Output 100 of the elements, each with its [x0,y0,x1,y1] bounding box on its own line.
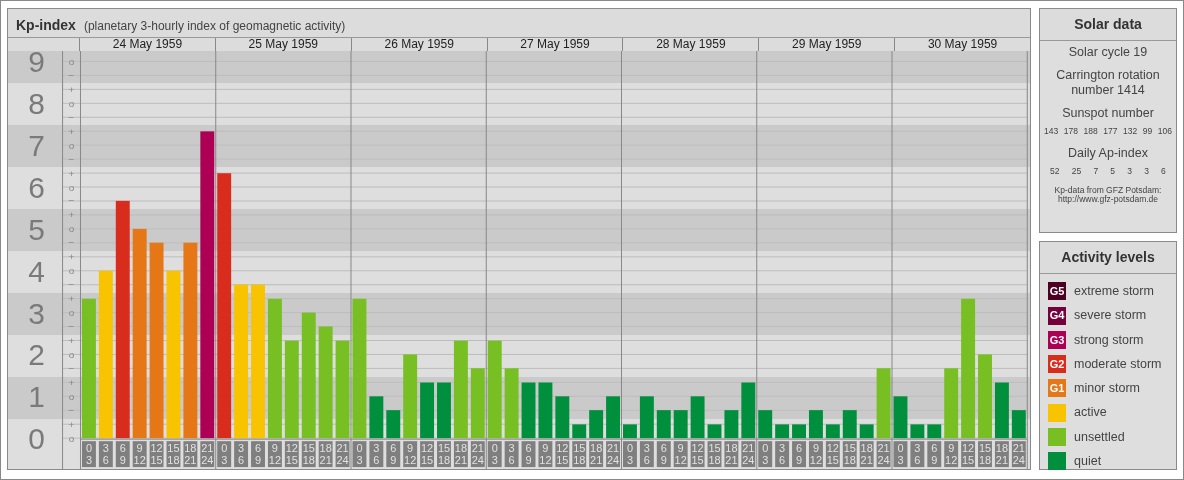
date-label: 27 May 1959 [486,37,623,51]
axis-label: 1 [28,380,45,414]
level-label: strong storm [1074,331,1144,349]
x-tick-label: 0 3 [897,442,904,467]
time-range-label: 18 21 [994,441,1009,467]
kp-bar [775,424,790,439]
tick-label: − [68,320,75,332]
time-range-label: 9 12 [132,441,147,467]
time-range-label: 0 3 [82,441,96,467]
ap-value: 5 [1110,164,1116,178]
x-tick-label: 3 6 [102,442,109,467]
level-label: unsettled [1074,428,1125,446]
x-tick-label: 6 9 [390,442,397,467]
axis-label: 8 [28,87,45,121]
kp-bar [623,424,637,439]
time-range-label: 9 12 [673,441,688,467]
date-label: 28 May 1959 [622,37,759,51]
time-range-label: 6 9 [656,441,671,467]
time-range-label: 0 3 [352,441,367,467]
level-badge: G2 [1048,355,1066,374]
time-range-label: 21 24 [1011,441,1026,467]
x-tick-label: 0 3 [85,442,92,467]
x-tick-label: 3 6 [914,442,921,467]
kp-bar [538,382,553,439]
sunspot-value: 143 [1044,125,1059,138]
tick-label: o [68,348,75,360]
tick-label: + [68,334,75,346]
time-range-label: 9 12 [403,441,418,467]
tick-label: + [68,418,75,430]
time-range-label: 3 6 [639,441,654,467]
sunspot-value: 188 [1083,125,1098,138]
kp-bar [842,410,857,439]
time-range-label: 3 6 [369,441,384,467]
sunspot-value: 177 [1103,125,1118,138]
x-tick-label: 0 3 [221,442,228,467]
level-badge: G4 [1048,306,1066,325]
kp-bar [521,382,536,439]
level-label: quiet [1074,452,1102,470]
date-label: 26 May 1959 [350,37,487,51]
time-range-label: 0 3 [758,441,773,467]
ap-value: 3 [1127,164,1132,178]
ap-value: 25 [1071,164,1082,178]
level-label: extreme storm [1074,283,1154,300]
tick-label: − [68,69,75,81]
date-label: 30 May 1959 [894,37,1030,51]
sunspot-heading: Sunspot number [1061,106,1155,121]
kp-bar [504,368,519,439]
tick-label: − [68,111,75,123]
kp-bar [893,396,908,439]
time-range-label: 21 24 [876,441,891,467]
tick-label: o [68,55,75,67]
time-range-label: 0 3 [217,441,232,467]
x-tick-label: 6 9 [931,442,938,467]
tick-label: o [68,139,75,151]
kp-bar [470,368,485,439]
kp-bar [724,410,739,439]
tick-label: + [68,209,75,221]
kp-bar [758,410,773,439]
level-badge: G3 [1048,330,1066,349]
tick-label: o [68,265,75,277]
tick-label: + [68,376,75,388]
time-range-label: 18 21 [589,441,604,467]
level-label: active [1074,404,1107,422]
axis-label: 0 [28,422,45,456]
x-tick-label: 6 9 [525,442,532,467]
kp-bar [707,424,722,439]
kp-bar [589,410,604,439]
tick-label: + [68,293,75,305]
axis-label: 4 [28,254,45,288]
chart-subtitle: (planetary 3-hourly index of geomagnetic activity) [83,18,346,35]
kp-bar [639,396,654,439]
time-range-label: 12 15 [149,441,164,467]
time-range-label: 21 24 [606,441,620,467]
time-range-label: 6 9 [521,441,536,467]
time-range-label: 18 21 [318,441,333,467]
tick-label: o [68,181,75,193]
tick-label: − [68,237,75,249]
time-range-label: 0 3 [623,441,637,467]
tick-label: o [68,432,75,444]
tick-label: − [68,404,75,416]
tick-label: + [68,251,75,263]
time-range-label: 0 3 [893,441,908,467]
source-link[interactable]: http://www.gfz-potsdam.de [1054,195,1162,206]
time-range-label: 18 21 [453,441,468,467]
x-tick-label: 0 3 [762,442,769,467]
time-range-label: 6 9 [386,441,401,467]
tick-label: − [68,279,75,291]
tick-label: − [68,362,75,374]
time-range-label: 15 18 [707,441,722,467]
axis-label: 6 [28,170,45,204]
sunspot-value: 132 [1123,125,1138,138]
ap-heading: Daily Ap-index [1067,145,1149,161]
x-tick-label: 6 9 [119,442,126,467]
time-range-label: 15 18 [842,441,857,467]
tick-label: o [68,307,75,318]
time-range-label: 21 24 [335,441,350,467]
axis-label: 3 [28,296,45,330]
time-range-label: 6 9 [927,441,942,467]
time-range-label: 6 9 [792,441,806,467]
level-badge: G1 [1048,379,1066,398]
